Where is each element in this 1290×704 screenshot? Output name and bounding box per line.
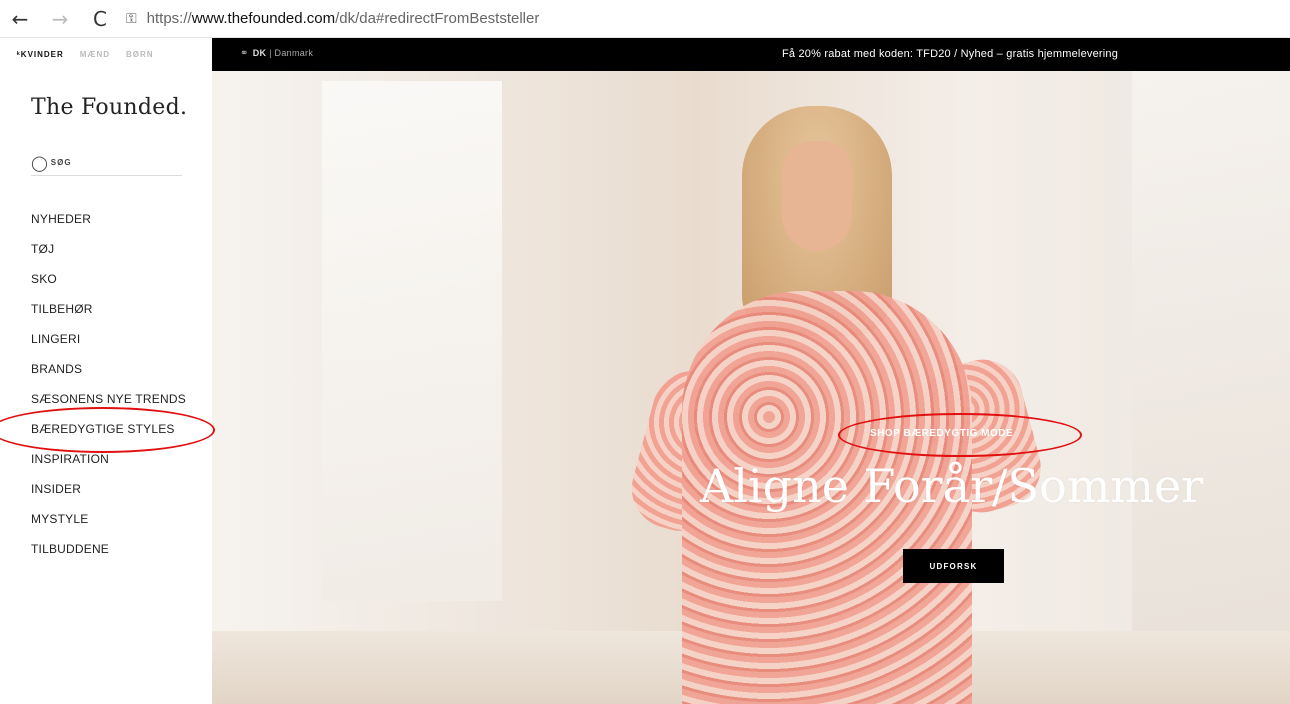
browser-toolbar: ← → C ⚿ https://www.thefounded.com/dk/da…: [0, 0, 1290, 38]
locale-selector[interactable]: ⚭ DK | Danmark: [240, 48, 313, 59]
reload-button[interactable]: C: [80, 0, 120, 38]
search-field[interactable]: ◯ søg: [31, 150, 182, 176]
menu-item-brands[interactable]: BRANDS: [31, 354, 212, 384]
tab-maend[interactable]: MÆND: [80, 50, 110, 59]
menu-item-lingeri[interactable]: LINGERI: [31, 324, 212, 354]
brand-logo[interactable]: The Founded.: [31, 95, 212, 120]
promo-message: Få 20% rabat med koden: TFD20 / Nyhed – …: [782, 48, 1119, 60]
hero-backdrop-window-right: [1132, 71, 1290, 671]
globe-icon: ⚭: [240, 48, 249, 59]
tab-boern[interactable]: BØRN: [126, 50, 154, 59]
model-face: [782, 141, 852, 251]
country-name: Danmark: [274, 48, 314, 58]
hero-headline: Aligne Forår/Sommer: [700, 459, 1204, 513]
search-icon[interactable]: ◯: [31, 154, 48, 172]
main-menu: NYHEDER TØJ SKO TILBEHØR LINGERI BRANDS …: [31, 204, 212, 564]
back-button[interactable]: ←: [0, 0, 40, 38]
forward-button[interactable]: →: [40, 0, 80, 38]
sidebar: ᵏKVINDER MÆND BØRN The Founded. ◯ søg NY…: [0, 38, 212, 704]
lock-icon: ⚿: [126, 10, 137, 27]
menu-item-sko[interactable]: SKO: [31, 264, 212, 294]
url-host: www.thefounded.com: [191, 10, 336, 27]
hero-backdrop-window: [322, 81, 502, 601]
menu-item-toj[interactable]: TØJ: [31, 234, 212, 264]
locale-separator: |: [266, 48, 275, 58]
tab-kvinder[interactable]: ᵏKVINDER: [17, 50, 64, 59]
url-path: /dk/da#redirectFromBeststeller: [335, 10, 540, 27]
gender-tabs: ᵏKVINDER MÆND BØRN: [0, 38, 212, 71]
url-protocol: https://: [146, 10, 192, 27]
menu-item-tilbehor[interactable]: TILBEHØR: [31, 294, 212, 324]
menu-item-mystyle[interactable]: MYSTYLE: [31, 504, 212, 534]
hero-banner[interactable]: SHOP BÆREDYGTIG MODE Aligne Forår/Sommer…: [212, 71, 1290, 704]
shop-sustainable-link[interactable]: SHOP BÆREDYGTIG MODE: [870, 428, 1013, 439]
udforsk-button[interactable]: UDFORSK: [903, 549, 1004, 583]
promo-bar: ⚭ DK | Danmark Få 20% rabat med koden: TF…: [212, 38, 1290, 71]
menu-item-saesonens-nye-trends[interactable]: SÆSONENS NYE TRENDS: [31, 384, 212, 414]
search-placeholder: søg: [50, 158, 72, 167]
menu-item-insider[interactable]: INSIDER: [31, 474, 212, 504]
menu-item-tilbuddene[interactable]: TILBUDDENE: [31, 534, 212, 564]
menu-item-inspiration[interactable]: INSPIRATION: [31, 444, 212, 474]
menu-item-baeredygtige-styles[interactable]: BÆREDYGTIGE STYLES: [31, 414, 212, 444]
country-code: DK: [252, 48, 267, 58]
menu-item-nyheder[interactable]: NYHEDER: [31, 204, 212, 234]
address-bar[interactable]: https://www.thefounded.com/dk/da#redirec…: [147, 10, 540, 27]
